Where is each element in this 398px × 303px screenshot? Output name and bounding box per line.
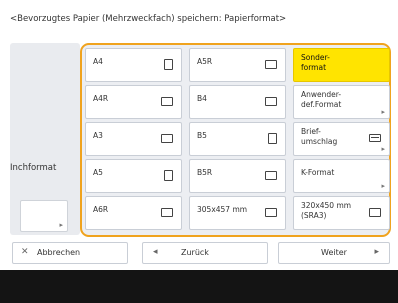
previous-arrow-icon: ◂	[153, 247, 158, 257]
size-label: A5	[93, 168, 103, 177]
size-button-b4[interactable]: B4	[189, 85, 286, 119]
size-button-a3[interactable]: A3	[85, 122, 182, 156]
size-button-a5[interactable]: A5	[85, 159, 182, 193]
chevron-right-icon: ▸	[59, 221, 63, 229]
envelope-icon	[369, 134, 381, 142]
back-button[interactable]: ◂ Zurück	[142, 242, 268, 264]
landscape-paper-icon	[265, 208, 277, 217]
size-button-a4[interactable]: A4	[85, 48, 182, 82]
back-label: Zurück	[181, 248, 209, 257]
size-label: A6R	[93, 205, 109, 214]
portrait-paper-icon	[268, 133, 277, 144]
size-label: B4	[197, 94, 207, 103]
size-label: K-Format	[301, 168, 335, 177]
portrait-paper-icon	[164, 170, 173, 181]
landscape-paper-icon	[369, 208, 381, 217]
landscape-paper-icon	[161, 97, 173, 106]
portrait-paper-icon	[164, 59, 173, 70]
size-label: B5	[197, 131, 207, 140]
landscape-paper-icon	[265, 60, 277, 69]
size-label: Brief- umschlag	[301, 127, 338, 146]
close-icon: ✕	[21, 247, 29, 257]
size-label: Sonder- format	[301, 53, 330, 72]
landscape-paper-icon	[265, 171, 277, 180]
chevron-right-icon: ▸	[381, 182, 385, 190]
size-button-b5r[interactable]: B5R	[189, 159, 286, 193]
size-button-user-defined[interactable]: Anwender- def.Format ▸	[293, 85, 390, 119]
size-label: A4	[93, 57, 103, 66]
size-button-custom[interactable]: Sonder- format	[293, 48, 390, 82]
size-button-a4r[interactable]: A4R	[85, 85, 182, 119]
next-arrow-icon: ▸	[374, 247, 379, 257]
landscape-paper-icon	[161, 208, 173, 217]
next-label: Weiter	[321, 248, 347, 257]
size-label: A3	[93, 131, 103, 140]
next-button[interactable]: Weiter ▸	[278, 242, 390, 264]
size-button-305x457[interactable]: 305x457 mm	[189, 196, 286, 230]
footer-bar	[0, 270, 398, 303]
size-button-b5[interactable]: B5	[189, 122, 286, 156]
inch-format-label: Inchformat	[10, 163, 57, 173]
landscape-paper-icon	[161, 134, 173, 143]
landscape-paper-icon	[265, 97, 277, 106]
cancel-button[interactable]: ✕ Abbrechen	[12, 242, 128, 264]
size-label: B5R	[197, 168, 213, 177]
size-button-envelope[interactable]: Brief- umschlag ▸	[293, 122, 390, 156]
inch-format-button[interactable]: ▸	[20, 200, 68, 232]
chevron-right-icon: ▸	[381, 145, 385, 153]
size-label: 305x457 mm	[197, 205, 248, 214]
chevron-right-icon: ▸	[381, 108, 385, 116]
size-button-a6r[interactable]: A6R	[85, 196, 182, 230]
size-label: A4R	[93, 94, 109, 103]
size-button-a5r[interactable]: A5R	[189, 48, 286, 82]
action-bar: ✕ Abbrechen ◂ Zurück Weiter ▸	[0, 238, 398, 268]
size-label: 320x450 mm (SRA3)	[301, 201, 352, 220]
size-label: A5R	[197, 57, 213, 66]
cancel-label: Abbrechen	[37, 248, 81, 257]
screen-title: <Bevorzugtes Papier (Mehrzweckfach) spei…	[10, 14, 287, 24]
size-button-sra3[interactable]: 320x450 mm (SRA3)	[293, 196, 390, 230]
size-label: Anwender- def.Format	[301, 90, 342, 109]
size-button-k-format[interactable]: K-Format ▸	[293, 159, 390, 193]
